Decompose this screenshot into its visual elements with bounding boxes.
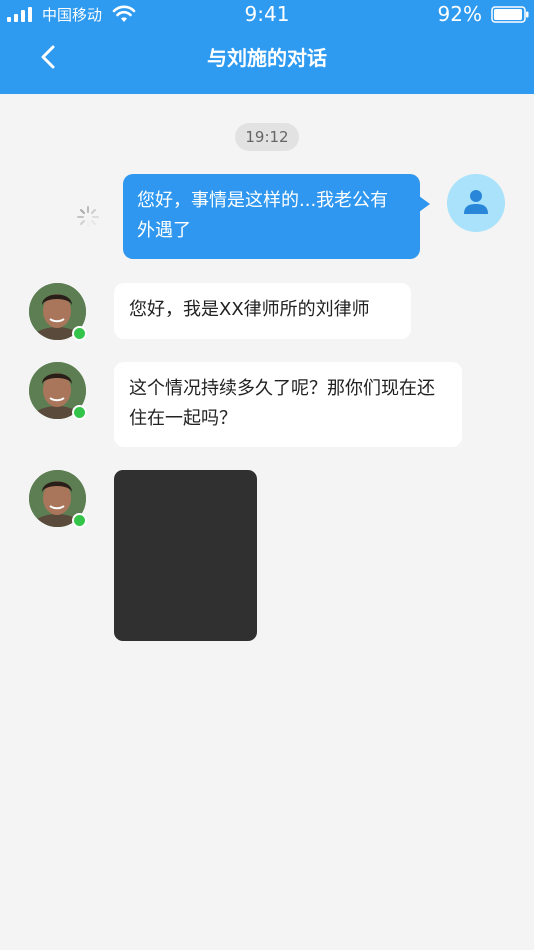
online-indicator — [72, 326, 87, 341]
lawyer-avatar[interactable] — [29, 283, 87, 341]
user-avatar[interactable] — [447, 174, 505, 232]
outgoing-message-bubble[interactable]: 您好，事情是这样的...我老公有外遇了 — [123, 174, 430, 259]
media-message[interactable] — [114, 470, 257, 641]
online-indicator — [72, 405, 87, 420]
battery-percent: 92% — [437, 2, 482, 26]
online-indicator — [72, 513, 87, 528]
page-title: 与刘施的对话 — [207, 46, 327, 70]
lawyer-avatar[interactable] — [29, 362, 87, 420]
person-icon — [464, 190, 488, 214]
lawyer-avatar[interactable] — [29, 470, 87, 528]
message-timestamp: 19:12 — [235, 123, 299, 151]
battery-icon — [491, 6, 529, 23]
sending-spinner-icon — [77, 206, 99, 228]
incoming-message-bubble[interactable]: 这个情况持续多久了呢？那你们现在还住在一起吗？ — [114, 362, 462, 447]
nav-bar: 与刘施的对话 — [0, 30, 534, 94]
incoming-message-bubble[interactable]: 您好，我是XX律师所的刘律师 — [114, 283, 411, 339]
header: 中国移动 9:41 92% 与刘施的对话 — [0, 0, 534, 94]
status-bar: 中国移动 9:41 92% — [0, 0, 534, 30]
